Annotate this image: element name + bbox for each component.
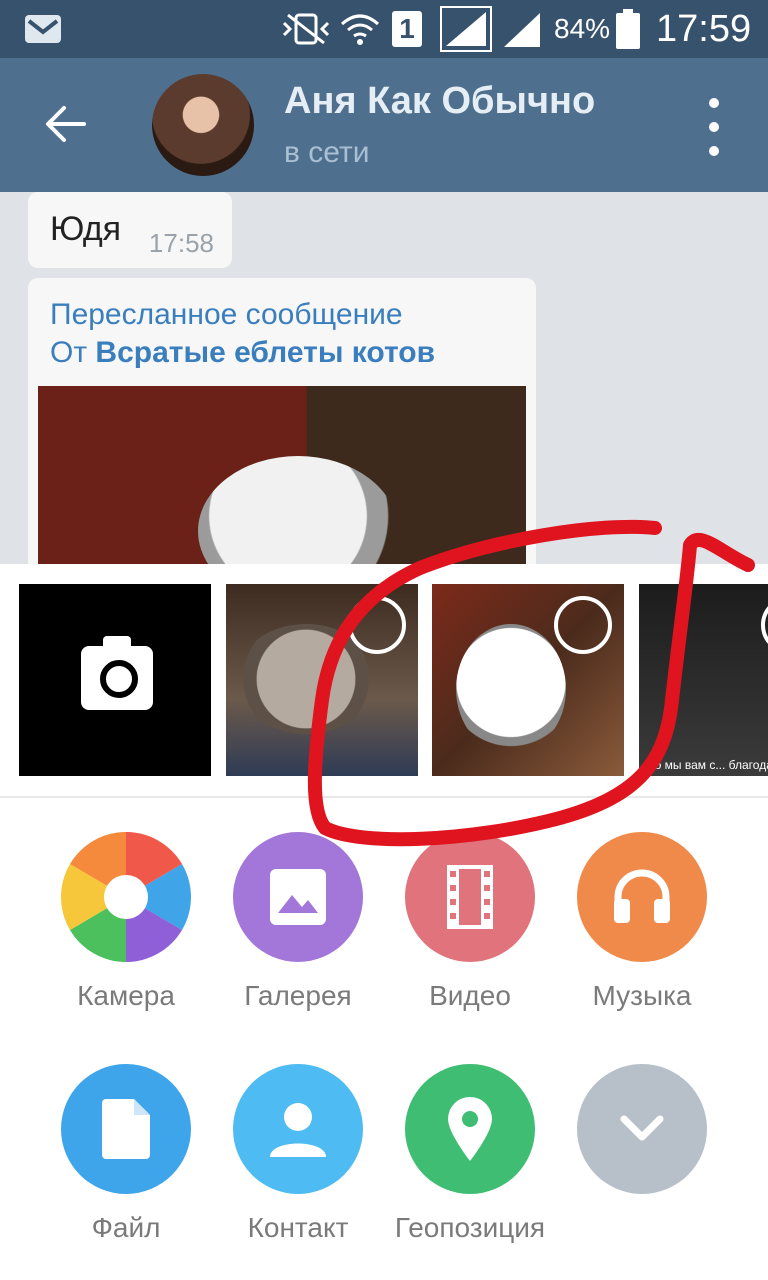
chevron-down-icon: [577, 1064, 707, 1194]
camera-aperture-icon: [61, 832, 191, 962]
photo-thumbnail[interactable]: [432, 584, 624, 776]
message-bubble[interactable]: Юдя 17:58: [28, 192, 232, 268]
select-checkbox[interactable]: [761, 596, 768, 654]
video-label: Видео: [429, 980, 511, 1011]
status-bar: 1 84% 17:59: [0, 0, 768, 58]
dot-icon: [709, 146, 719, 156]
person-icon: [233, 1064, 363, 1194]
forwarded-from-prefix: От: [50, 336, 88, 369]
arrow-left-icon: [46, 106, 86, 142]
gallery-label: Галерея: [244, 980, 352, 1011]
message-text: Юдя: [50, 210, 122, 248]
file-icon: [61, 1064, 191, 1194]
camera-icon: [81, 636, 153, 710]
contact-label: Контакт: [247, 1212, 349, 1243]
recent-photos-strip[interactable]: что мы вам с... благодаря от му...: [0, 584, 768, 776]
divider: [0, 796, 768, 798]
select-checkbox[interactable]: [554, 596, 612, 654]
more-button[interactable]: [556, 1064, 728, 1212]
chat-history[interactable]: Юдя 17:58 Пересланное сообщение От Всрат…: [0, 192, 768, 564]
gallery-button[interactable]: Галерея: [212, 832, 384, 1012]
attach-sheet: что мы вам с... благодаря от му... Камер…: [0, 564, 768, 1280]
online-status: в сети: [284, 136, 370, 169]
chat-title[interactable]: Аня Как Обычно: [284, 80, 595, 123]
clock: 17:59: [656, 7, 752, 50]
signal-sim1-icon: [440, 0, 492, 58]
message-photo[interactable]: [38, 386, 526, 564]
forwarded-from-name: Всратые еблеты котов: [95, 336, 436, 369]
file-button[interactable]: Файл: [40, 1064, 212, 1244]
music-button[interactable]: Музыка: [556, 832, 728, 1012]
avatar[interactable]: [152, 74, 254, 176]
camera-button[interactable]: Камера: [40, 832, 212, 1012]
wifi-icon: [340, 0, 380, 58]
photo-thumbnail[interactable]: [226, 584, 418, 776]
signal-sim2-icon: [502, 0, 542, 58]
forwarded-from[interactable]: От Всратые еблеты котов: [50, 336, 435, 370]
forwarded-label: Пересланное сообщение: [50, 298, 403, 331]
gmail-icon: [24, 0, 62, 58]
film-icon: [405, 832, 535, 962]
location-label: Геопозиция: [394, 1212, 546, 1243]
headphones-icon: [577, 832, 707, 962]
attach-actions-grid: Камера Галерея Видео Музыка Файл Контакт…: [0, 808, 768, 1280]
video-button[interactable]: Видео: [384, 832, 556, 1012]
battery-icon: [616, 0, 640, 58]
sim-1-indicator: 1: [392, 0, 422, 58]
camera-preview-tile[interactable]: [19, 584, 211, 776]
message-time: 17:58: [148, 228, 214, 258]
location-button[interactable]: Геопозиция: [384, 1064, 556, 1244]
camera-label: Камера: [77, 980, 175, 1011]
dot-icon: [709, 122, 719, 132]
back-button[interactable]: [36, 94, 96, 154]
select-checkbox[interactable]: [348, 596, 406, 654]
chat-header: Аня Как Обычно в сети: [0, 58, 768, 192]
music-label: Музыка: [592, 980, 692, 1011]
dot-icon: [709, 98, 719, 108]
forwarded-message[interactable]: Пересланное сообщение От Всратые еблеты …: [28, 278, 536, 564]
photo-thumbnail[interactable]: что мы вам с... благодаря от му...: [639, 584, 768, 776]
gallery-icon: [233, 832, 363, 962]
file-label: Файл: [91, 1212, 161, 1243]
overflow-menu-button[interactable]: [696, 98, 732, 156]
battery-percent: 84%: [554, 13, 611, 44]
contact-button[interactable]: Контакт: [212, 1064, 384, 1244]
thumbnail-caption: что мы вам с... благодаря от му...: [643, 758, 768, 772]
vibrate-icon: [280, 0, 332, 58]
map-pin-icon: [405, 1064, 535, 1194]
